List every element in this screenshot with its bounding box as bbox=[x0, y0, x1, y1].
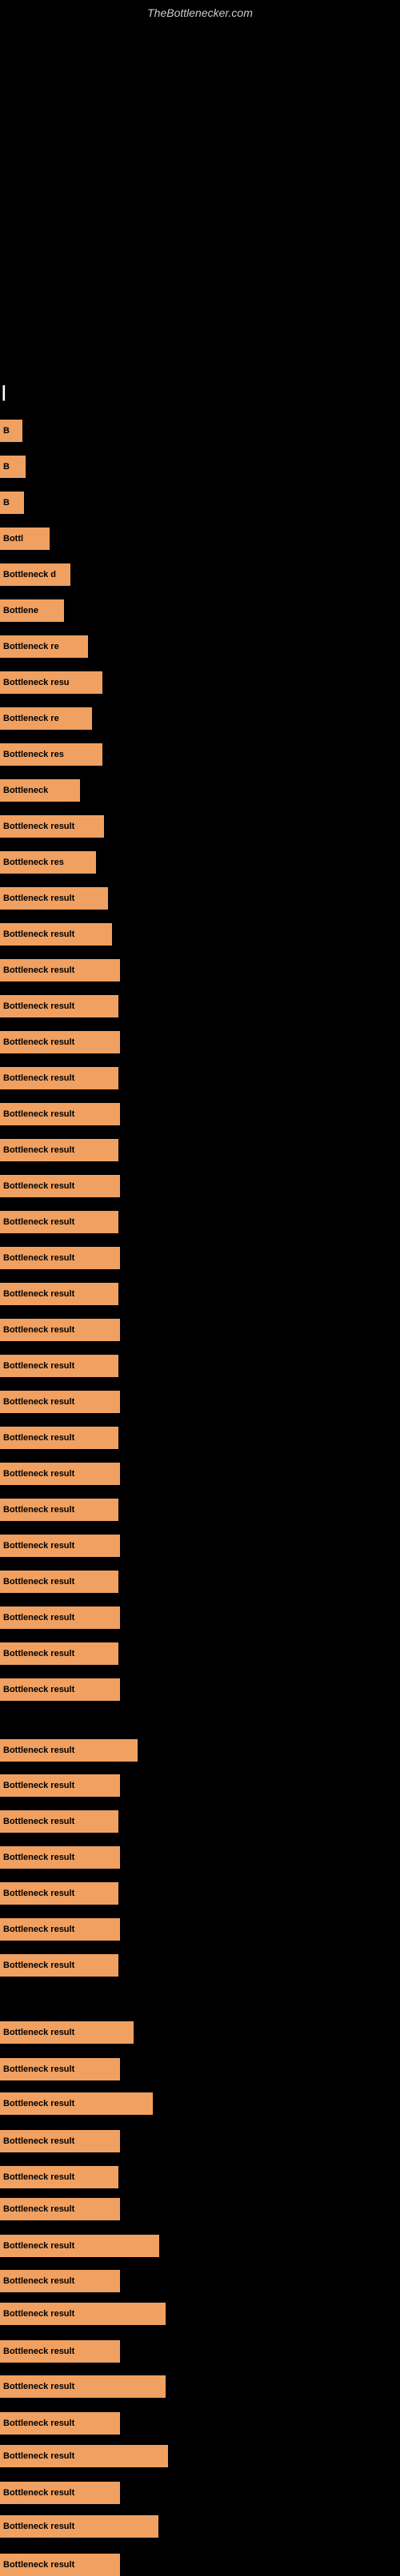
bottleneck-result-bar: Bottleneck result bbox=[0, 2166, 118, 2188]
bottleneck-result-bar: Bottleneck result bbox=[0, 1247, 120, 1269]
bottleneck-result-bar: Bottleneck result bbox=[0, 1954, 118, 1977]
bottleneck-result-bar: Bottleneck result bbox=[0, 1067, 118, 1089]
bottleneck-result-bar: Bottleneck result bbox=[0, 1535, 120, 1557]
bottleneck-result-bar: Bottleneck result bbox=[0, 1031, 120, 1053]
bottleneck-result-bar: Bottleneck result bbox=[0, 1739, 138, 1762]
bottleneck-result-bar: Bottleneck result bbox=[0, 2412, 120, 2435]
bottleneck-result-bar: Bottleneck result bbox=[0, 2235, 159, 2257]
bottleneck-result-bar: Bottleneck result bbox=[0, 1175, 120, 1197]
bottleneck-result-bar: Bottleneck result bbox=[0, 1463, 120, 1485]
bottleneck-result-bar: Bottleneck result bbox=[0, 1103, 120, 1125]
bottleneck-result-bar: Bottleneck result bbox=[0, 2130, 120, 2152]
bottleneck-result-bar: Bottleneck result bbox=[0, 1774, 120, 1797]
bottleneck-result-bar: Bottleneck result bbox=[0, 1607, 120, 1629]
bottleneck-result-bar: Bottleneck result bbox=[0, 815, 104, 838]
bottleneck-result-bar: Bottleneck result bbox=[0, 1571, 118, 1593]
bottleneck-result-bar: B bbox=[0, 420, 22, 442]
bottleneck-result-bar: Bottleneck res bbox=[0, 743, 102, 766]
bottleneck-result-bar: B bbox=[0, 492, 24, 514]
bottleneck-result-bar: Bottl bbox=[0, 528, 50, 550]
bottleneck-result-bar: Bottleneck result bbox=[0, 2303, 166, 2325]
site-title: TheBottlenecker.com bbox=[147, 6, 253, 19]
bottleneck-result-bar: Bottleneck result bbox=[0, 1678, 120, 1701]
bottleneck-result-bar: Bottleneck res bbox=[0, 851, 96, 874]
bottleneck-result-bar: Bottleneck result bbox=[0, 1391, 120, 1413]
bottleneck-result-bar: Bottleneck result bbox=[0, 1499, 118, 1521]
bottleneck-result-bar: Bottleneck result bbox=[0, 887, 108, 910]
bottleneck-result-bar: Bottleneck result bbox=[0, 1355, 118, 1377]
bottleneck-result-bar: Bottleneck result bbox=[0, 1846, 120, 1869]
bottleneck-result-bar: Bottleneck result bbox=[0, 1427, 118, 1449]
bottleneck-result-bar: Bottleneck re bbox=[0, 707, 92, 730]
bottleneck-result-bar: Bottleneck result bbox=[0, 959, 120, 981]
bottleneck-result-bar: Bottleneck result bbox=[0, 2270, 120, 2292]
bottleneck-result-bar: Bottleneck result bbox=[0, 2554, 120, 2576]
bottleneck-result-bar: Bottleneck resu bbox=[0, 671, 102, 694]
bottleneck-result-bar: Bottleneck result bbox=[0, 2445, 168, 2467]
bottleneck-result-bar: Bottleneck result bbox=[0, 2515, 158, 2538]
bottleneck-result-bar: Bottleneck result bbox=[0, 1810, 118, 1833]
bottleneck-result-bar: Bottleneck result bbox=[0, 1642, 118, 1665]
cursor: | bbox=[2, 384, 6, 402]
bottleneck-result-bar: Bottleneck re bbox=[0, 635, 88, 658]
bottleneck-result-bar: Bottlene bbox=[0, 599, 64, 622]
bottleneck-result-bar: Bottleneck result bbox=[0, 995, 118, 1017]
bottleneck-result-bar: B bbox=[0, 456, 26, 478]
bottleneck-result-bar: Bottleneck result bbox=[0, 1319, 120, 1341]
bottleneck-result-bar: Bottleneck result bbox=[0, 2021, 134, 2044]
bottleneck-result-bar: Bottleneck result bbox=[0, 2092, 153, 2115]
bottleneck-result-bar: Bottleneck result bbox=[0, 2375, 166, 2398]
bottleneck-result-bar: Bottleneck result bbox=[0, 2058, 120, 2080]
bottleneck-result-bar: Bottleneck result bbox=[0, 1283, 118, 1305]
bottleneck-result-bar: Bottleneck result bbox=[0, 923, 112, 946]
bottleneck-result-bar: Bottleneck result bbox=[0, 1139, 118, 1161]
bottleneck-result-bar: Bottleneck result bbox=[0, 2482, 120, 2504]
bottleneck-result-bar: Bottleneck result bbox=[0, 2340, 120, 2363]
bottleneck-result-bar: Bottleneck result bbox=[0, 2198, 120, 2220]
bottleneck-result-bar: Bottleneck result bbox=[0, 1918, 120, 1941]
bottleneck-result-bar: Bottleneck result bbox=[0, 1882, 118, 1905]
bottleneck-result-bar: Bottleneck result bbox=[0, 1211, 118, 1233]
bottleneck-result-bar: Bottleneck d bbox=[0, 563, 70, 586]
bottleneck-result-bar: Bottleneck bbox=[0, 779, 80, 802]
